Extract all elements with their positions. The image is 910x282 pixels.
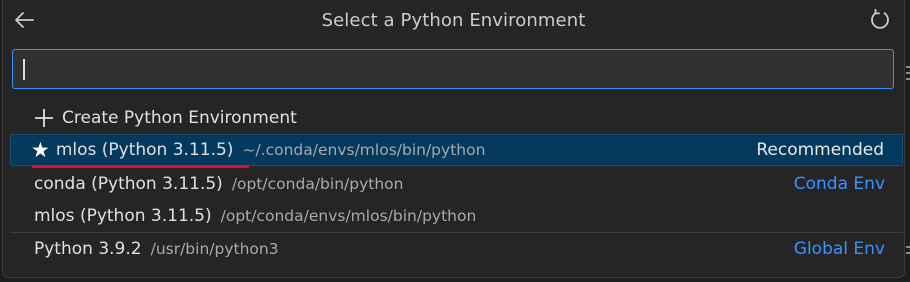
recommended-badge: Recommended xyxy=(756,140,884,160)
star-icon: ★ xyxy=(31,137,50,162)
text-caret xyxy=(23,59,25,80)
editor-edge-mark xyxy=(906,66,910,68)
environment-item-python-global[interactable]: Python 3.9.2 /usr/bin/python3 Global Env xyxy=(10,232,903,265)
editor-edge-mark xyxy=(906,246,910,248)
picker-titlebar: Select a Python Environment xyxy=(3,0,904,40)
back-button[interactable] xyxy=(12,8,36,32)
environment-label: mlos (Python 3.11.5) xyxy=(55,140,234,160)
environment-label: mlos (Python 3.11.5) xyxy=(34,206,212,226)
environment-type-link[interactable]: Global Env xyxy=(794,239,885,259)
environment-label: Python 3.9.2 xyxy=(34,239,142,259)
environment-path: /usr/bin/python3 xyxy=(150,240,279,258)
search-input[interactable] xyxy=(13,50,893,88)
search-input-container xyxy=(12,49,894,89)
editor-edge-mark xyxy=(906,252,910,254)
environment-path: ~/.conda/envs/mlos/bin/python xyxy=(242,141,486,159)
environment-type-link[interactable]: Conda Env xyxy=(794,174,885,194)
environment-label: conda (Python 3.11.5) xyxy=(34,174,223,194)
environment-list: Create Python Environment ★ mlos (Python… xyxy=(3,102,904,265)
environment-path: /opt/conda/envs/mlos/bin/python xyxy=(220,207,477,225)
create-environment-item[interactable]: Create Python Environment xyxy=(10,102,903,134)
plus-icon xyxy=(35,109,53,127)
environment-item-mlos[interactable]: mlos (Python 3.11.5) /opt/conda/envs/mlo… xyxy=(10,200,903,232)
environment-path: /opt/conda/bin/python xyxy=(231,175,404,193)
environment-item-conda[interactable]: conda (Python 3.11.5) /opt/conda/bin/pyt… xyxy=(10,168,903,200)
environment-item-mlos-recommended[interactable]: ★ mlos (Python 3.11.5) ~/.conda/envs/mlo… xyxy=(10,134,903,168)
editor-edge-mark xyxy=(906,72,910,74)
create-environment-label: Create Python Environment xyxy=(62,108,297,128)
arrow-left-icon xyxy=(15,12,34,28)
picker-title: Select a Python Environment xyxy=(321,9,586,31)
python-environment-picker: Select a Python Environment Create Pytho… xyxy=(2,0,905,278)
refresh-button[interactable] xyxy=(868,8,892,32)
editor-edge-mark xyxy=(906,78,910,80)
refresh-icon xyxy=(871,8,889,29)
